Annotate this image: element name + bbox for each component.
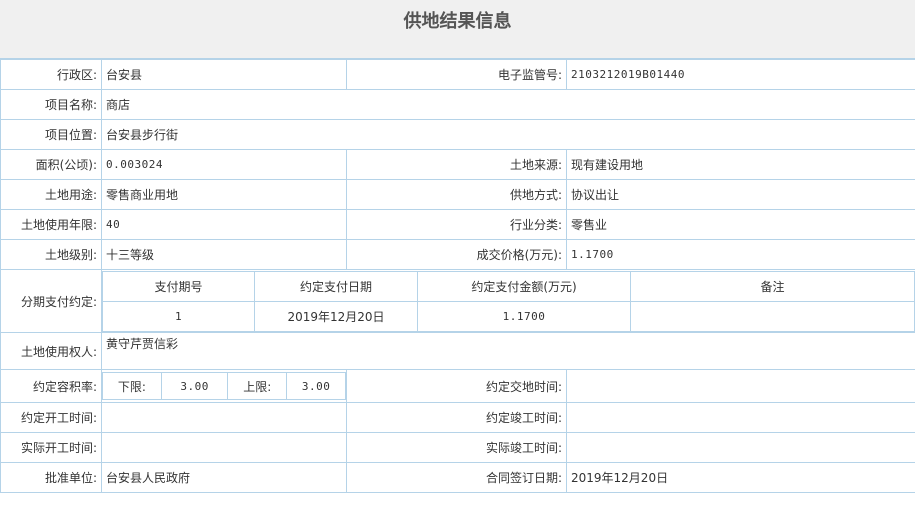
- price-value: 1.1700: [566, 239, 915, 270]
- industry-value: 零售业: [566, 209, 915, 240]
- land-use-value: 零售商业用地: [101, 179, 347, 210]
- installments-cell: 支付期号 约定支付日期 约定支付金额(万元) 备注 1 2019年12月20日 …: [101, 269, 915, 333]
- supply-method-label: 供地方式:: [346, 179, 567, 210]
- land-source-label: 土地来源:: [346, 149, 567, 180]
- supply-method-value: 协议出让: [566, 179, 915, 210]
- row-area: 面积(公顷): 0.003024 土地来源: 现有建设用地: [0, 149, 915, 180]
- planned-start-label: 约定开工时间:: [0, 402, 102, 433]
- project-name-value: 商店: [101, 89, 915, 120]
- handover-time-label: 约定交地时间:: [346, 369, 567, 403]
- row-actual-start: 实际开工时间: 实际竣工时间:: [0, 432, 915, 463]
- land-source-value: 现有建设用地: [566, 149, 915, 180]
- far-lower-label: 下限:: [102, 372, 162, 400]
- far-lower-value: 3.00: [160, 372, 229, 400]
- installment-amount: 1.1700: [417, 300, 631, 332]
- actual-start-value: [101, 432, 347, 463]
- land-grade-value: 十三等级: [101, 239, 347, 270]
- page-header: 供地结果信息: [0, 0, 915, 59]
- installment-period: 1: [102, 300, 255, 332]
- actual-finish-value: [566, 432, 915, 463]
- far-cell: 下限: 3.00 上限: 3.00: [101, 369, 347, 403]
- page-title: 供地结果信息: [403, 11, 512, 32]
- land-supply-result-table: 行政区: 台安县 电子监管号: 2103212019B01440 项目名称: 商…: [0, 59, 915, 493]
- supervision-no-label: 电子监管号:: [346, 59, 567, 90]
- installment-header-period: 支付期号: [102, 270, 255, 302]
- project-location-label: 项目位置:: [0, 119, 102, 150]
- row-far: 约定容积率: 下限: 3.00 上限: 3.00 约定交地时间:: [0, 369, 915, 403]
- row-use-years: 土地使用年限: 40 行业分类: 零售业: [0, 209, 915, 240]
- far-upper-value: 3.00: [286, 372, 346, 400]
- area-label: 面积(公顷):: [0, 149, 102, 180]
- installment-header-row: 支付期号 约定支付日期 约定支付金额(万元) 备注: [102, 270, 915, 302]
- row-project-name: 项目名称: 商店: [0, 89, 915, 120]
- approval-unit-value: 台安县人民政府: [101, 462, 347, 493]
- actual-finish-label: 实际竣工时间:: [346, 432, 567, 463]
- row-land-user: 土地使用权人: 黄守芹贾信彩: [0, 332, 915, 370]
- planned-finish-value: [566, 402, 915, 433]
- row-planned-start: 约定开工时间: 约定竣工时间:: [0, 402, 915, 433]
- far-upper-label: 上限:: [227, 372, 288, 400]
- planned-finish-label: 约定竣工时间:: [346, 402, 567, 433]
- land-user-label: 土地使用权人:: [0, 332, 102, 370]
- far-range-table: 下限: 3.00 上限: 3.00: [102, 372, 346, 400]
- actual-start-label: 实际开工时间:: [0, 432, 102, 463]
- row-district: 行政区: 台安县 电子监管号: 2103212019B01440: [0, 59, 915, 90]
- row-project-location: 项目位置: 台安县步行街: [0, 119, 915, 150]
- approval-unit-label: 批准单位:: [0, 462, 102, 493]
- installment-header-date: 约定支付日期: [254, 270, 418, 302]
- installment-remark: [630, 300, 915, 332]
- installment-table: 支付期号 约定支付日期 约定支付金额(万元) 备注 1 2019年12月20日 …: [102, 270, 915, 332]
- installment-header-remark: 备注: [630, 270, 915, 302]
- land-use-label: 土地用途:: [0, 179, 102, 210]
- planned-start-value: [101, 402, 347, 433]
- project-name-label: 项目名称:: [0, 89, 102, 120]
- use-years-value: 40: [101, 209, 347, 240]
- installment-row: 1 2019年12月20日 1.1700: [102, 300, 915, 332]
- land-grade-label: 土地级别:: [0, 239, 102, 270]
- row-approval: 批准单位: 台安县人民政府 合同签订日期: 2019年12月20日: [0, 462, 915, 493]
- row-land-grade: 土地级别: 十三等级 成交价格(万元): 1.1700: [0, 239, 915, 270]
- contract-date-label: 合同签订日期:: [346, 462, 567, 493]
- supervision-no-value: 2103212019B01440: [566, 59, 915, 90]
- project-location-value: 台安县步行街: [101, 119, 915, 150]
- far-label: 约定容积率:: [0, 369, 102, 403]
- land-user-value: 黄守芹贾信彩: [101, 332, 915, 370]
- contract-date-value: 2019年12月20日: [566, 462, 915, 493]
- use-years-label: 土地使用年限:: [0, 209, 102, 240]
- installments-label: 分期支付约定:: [0, 269, 102, 333]
- handover-time-value: [566, 369, 915, 403]
- installment-header-amount: 约定支付金额(万元): [417, 270, 631, 302]
- district-label: 行政区:: [0, 59, 102, 90]
- industry-label: 行业分类:: [346, 209, 567, 240]
- price-label: 成交价格(万元):: [346, 239, 567, 270]
- row-installments: 分期支付约定: 支付期号 约定支付日期 约定支付金额(万元) 备注 1 2019…: [0, 269, 915, 333]
- installment-date: 2019年12月20日: [254, 300, 418, 332]
- district-value: 台安县: [101, 59, 347, 90]
- row-land-use: 土地用途: 零售商业用地 供地方式: 协议出让: [0, 179, 915, 210]
- area-value: 0.003024: [101, 149, 347, 180]
